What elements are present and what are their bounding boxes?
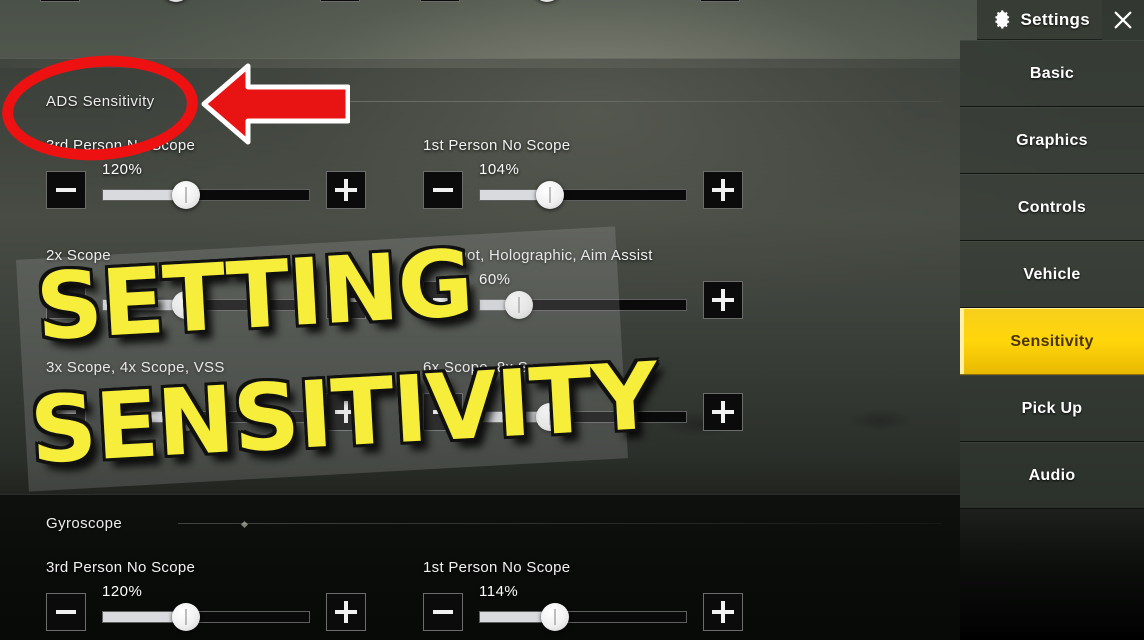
row-label: 1st Person No Scope	[423, 559, 571, 576]
sidebar-item-controls[interactable]: Controls	[960, 174, 1144, 241]
section-rule	[222, 101, 942, 102]
row-label: 1st Person No Scope	[423, 137, 571, 154]
plus-button[interactable]	[320, 0, 360, 2]
slider[interactable]	[96, 0, 306, 8]
slider-track[interactable]	[479, 189, 687, 201]
sidebar-item-graphics[interactable]: Graphics	[960, 107, 1144, 174]
slider-value: 114%	[479, 583, 519, 600]
partial-control-right	[420, 0, 740, 8]
slider-thumb[interactable]	[540, 603, 569, 631]
minus-button[interactable]	[423, 171, 463, 209]
settings-title: Settings	[1020, 9, 1090, 29]
slider-thumb[interactable]	[172, 603, 200, 631]
slider-thumb[interactable]	[161, 0, 190, 2]
sidebar-item-basic[interactable]: Basic	[960, 40, 1144, 107]
plus-button[interactable]	[326, 171, 366, 209]
slider[interactable]: 104%	[479, 161, 689, 215]
partial-control-left	[40, 0, 360, 8]
sidebar-item-label: Controls	[1017, 198, 1087, 216]
slider-thumb[interactable]	[172, 181, 200, 209]
slider-value: 120%	[102, 583, 143, 600]
slider-track[interactable]	[102, 611, 310, 623]
sidebar-item-sensitivity[interactable]: Sensitivity	[960, 308, 1144, 375]
sidebar-item-label: Basic	[1029, 64, 1075, 82]
slider-value: 120%	[102, 161, 143, 178]
sidebar-item-vehicle[interactable]: Vehicle	[960, 241, 1144, 308]
plus-button[interactable]	[703, 393, 743, 431]
row-controls: 114%	[423, 583, 743, 637]
slider[interactable]: 120%	[102, 161, 312, 215]
section-rule	[178, 523, 942, 524]
plus-button[interactable]	[703, 171, 743, 209]
row-controls: 120%	[46, 583, 366, 637]
row-label: 3rd Person No Scope	[46, 137, 196, 154]
minus-button[interactable]	[46, 171, 86, 209]
section-title-ads-label: ADS Sensitivity	[46, 93, 155, 110]
sidebar-menu: Basic Graphics Controls Vehicle Sensitiv…	[960, 40, 1144, 509]
settings-sidebar: Settings Basic Graphics Controls Vehicle…	[960, 0, 1144, 640]
sidebar-item-label: Vehicle	[1023, 265, 1081, 283]
screenshot-root: ADS Sensitivity 3rd Person No Scope 120%	[0, 0, 1144, 640]
sidebar-header: Settings	[960, 0, 1144, 40]
sidebar-item-label: Sensitivity	[1010, 332, 1094, 350]
section-gyroscope: Gyroscope 3rd Person No Scope 120% 1st P…	[0, 494, 960, 640]
minus-button[interactable]	[46, 593, 86, 631]
slider-thumb[interactable]	[533, 0, 562, 2]
sidebar-item-label: Pick Up	[1021, 399, 1083, 417]
minus-button[interactable]	[40, 0, 80, 2]
slider[interactable]: 114%	[479, 583, 689, 637]
slider-track[interactable]	[102, 189, 310, 201]
section-title-gyroscope-label: Gyroscope	[46, 515, 123, 532]
slider[interactable]	[476, 0, 686, 8]
annotation-overlay-plate	[15, 226, 629, 492]
plus-button[interactable]	[326, 593, 366, 631]
sidebar-item-audio[interactable]: Audio	[960, 442, 1144, 509]
row-controls: 120%	[46, 161, 366, 215]
plus-button[interactable]	[700, 0, 740, 2]
close-icon	[1114, 11, 1132, 29]
sidebar-item-label: Graphics	[1016, 131, 1088, 149]
row-controls: 104%	[423, 161, 743, 215]
partial-row-top	[0, 0, 960, 10]
sidebar-item-label: Audio	[1028, 466, 1076, 484]
slider[interactable]: 120%	[102, 583, 312, 637]
section-dot-icon	[241, 520, 249, 528]
plus-button[interactable]	[703, 593, 743, 631]
plus-button[interactable]	[703, 281, 743, 319]
close-button[interactable]	[1102, 0, 1144, 40]
section-dot-icon	[273, 98, 281, 106]
row-label: 3rd Person No Scope	[46, 559, 196, 576]
settings-title-box: Settings	[976, 0, 1102, 40]
minus-button[interactable]	[420, 0, 460, 2]
sidebar-item-pick-up[interactable]: Pick Up	[960, 375, 1144, 442]
slider-thumb[interactable]	[536, 181, 565, 209]
minus-button[interactable]	[423, 593, 463, 631]
gear-icon	[994, 10, 1009, 29]
slider-value: 104%	[479, 161, 520, 178]
slider-track[interactable]	[479, 611, 687, 623]
